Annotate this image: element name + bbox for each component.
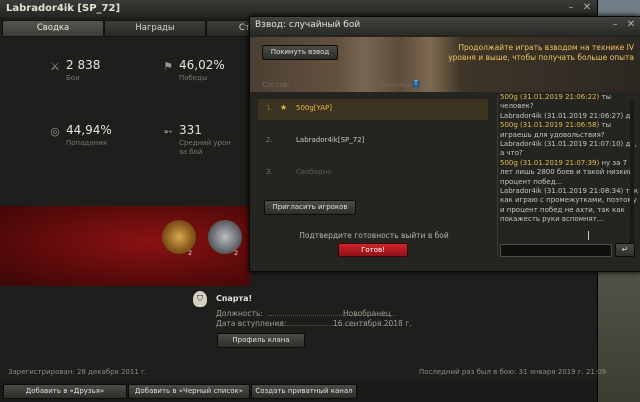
- create-private-channel-button[interactable]: Создать приватный канал: [251, 384, 357, 399]
- clan-profile-button[interactable]: Профиль клана: [217, 333, 305, 348]
- add-blacklist-button[interactable]: Добавить в «Черный список»: [128, 384, 250, 399]
- add-friends-button[interactable]: Добавить в «Друзья»: [3, 384, 127, 399]
- slot-free-label: Свободно: [296, 168, 332, 176]
- stat-battles: ⚔ 2 838 Бои: [48, 58, 138, 88]
- stat-battles-value: 2 838: [66, 58, 101, 72]
- chat-message: Labrador4ik (31.01.2019 21:07:10) да, а …: [500, 140, 637, 158]
- clan-position-label: Должность:: [216, 309, 263, 318]
- tab-summary[interactable]: Сводка: [2, 20, 104, 37]
- close-icon[interactable]: ✕: [580, 2, 594, 14]
- slot-player-name: Labrador4ik[SP_72]: [296, 136, 365, 144]
- platoon-slot-1[interactable]: 1. ★ 500g[YAP]: [258, 99, 488, 120]
- chat-log: 500g (31.01.2019 21:06:22) ты человек? L…: [497, 93, 640, 243]
- chat-input[interactable]: [500, 244, 612, 257]
- flag-icon: ⚑: [163, 60, 173, 73]
- registered-date: Зарегистрирован: 28 декабря 2011 г.: [8, 368, 147, 376]
- promo-text: Продолжайте играть взводом на технике IV…: [448, 43, 634, 62]
- chat-message: 500g (31.01.2019 21:06:58) ты играешь дл…: [500, 121, 612, 139]
- slot-number: 2.: [266, 136, 273, 144]
- stat-wins: ⚑ 46,02% Победы: [161, 58, 251, 88]
- leave-platoon-button[interactable]: Покинуть взвод: [262, 45, 338, 60]
- medal-count: 2: [188, 249, 193, 257]
- last-battle-date: Последний раз был в бою: 31 января 2019 …: [419, 368, 607, 376]
- ready-button[interactable]: Готов!: [338, 243, 408, 257]
- profile-titlebar[interactable]: Labrador4ik [SP_72] – ✕: [0, 0, 597, 17]
- medal-count: 2: [234, 249, 239, 257]
- platoon-window: Взвод: случайный бой – ✕ Покинуть взвод …: [249, 16, 640, 272]
- crossed-swords-icon: ⚔: [50, 60, 60, 73]
- slot-number: 3.: [266, 168, 273, 176]
- composition-header: Состав:: [262, 81, 290, 89]
- stat-hits: ◎ 44,94% Попадания: [48, 123, 138, 153]
- stat-hits-value: 44,94%: [66, 123, 112, 137]
- stat-wins-value: 46,02%: [179, 58, 225, 72]
- chat-message: Labrador4ik (31.01.2019 21:08:34) так ка…: [500, 187, 638, 224]
- tab-awards[interactable]: Награды: [104, 20, 206, 37]
- vehicle-filter-icon[interactable]: T: [412, 80, 420, 88]
- stat-hits-label: Попадания: [66, 139, 107, 147]
- clan-name: Спарта!: [216, 294, 253, 303]
- stat-avg-damage: ➵ 331 Средний урон за бой: [161, 123, 251, 163]
- slot-number: 1.: [266, 104, 273, 112]
- platoon-slot-3[interactable]: 3. Свободно: [258, 163, 488, 184]
- mouse-cursor: [588, 231, 589, 240]
- ready-prompt: Подтвердите готовность выйти в бой: [299, 231, 449, 240]
- chat-message: 500g (31.01.2019 21:06:22) ты человек?: [500, 93, 612, 111]
- platoon-slot-2[interactable]: 2. Labrador4ik[SP_72]: [258, 131, 488, 152]
- minimize-icon[interactable]: –: [564, 2, 578, 14]
- platoon-titlebar[interactable]: Взвод: случайный бой – ✕: [250, 17, 640, 35]
- stat-avg-damage-value: 331: [179, 123, 202, 137]
- chat-scrollbar[interactable]: [630, 101, 634, 251]
- profile-title: Labrador4ik [SP_72]: [6, 3, 121, 14]
- vehicle-header: Техника: [380, 81, 411, 89]
- clan-position-value: Новобранец: [343, 309, 391, 318]
- invite-players-button[interactable]: Пригласить игроков: [264, 200, 356, 215]
- stat-wins-label: Победы: [179, 74, 208, 82]
- shell-icon: ➵: [163, 125, 173, 138]
- minimize-icon[interactable]: –: [608, 19, 622, 31]
- slot-player-name: 500g[YAP]: [296, 104, 333, 112]
- close-icon[interactable]: ✕: [624, 19, 638, 31]
- chat-message: 500g (31.01.2019 21:07:39) ну за 7 лет л…: [500, 158, 633, 186]
- stat-avg-damage-label: Средний урон за бой: [179, 139, 231, 156]
- commander-star-icon: ★: [280, 103, 288, 112]
- clan-joined-label: Дата вступления:: [216, 319, 287, 328]
- send-message-button[interactable]: ↵: [615, 243, 635, 257]
- chat-message: Labrador4ik (31.01.2019 21:06:27) да: [500, 111, 635, 120]
- clan-joined-value: 16 сентября 2018 г.: [333, 319, 412, 328]
- target-icon: ◎: [50, 125, 60, 138]
- stat-battles-label: Бои: [66, 74, 80, 82]
- clan-emblem-icon: ⛉: [193, 291, 207, 307]
- platoon-title: Взвод: случайный бой: [255, 20, 361, 30]
